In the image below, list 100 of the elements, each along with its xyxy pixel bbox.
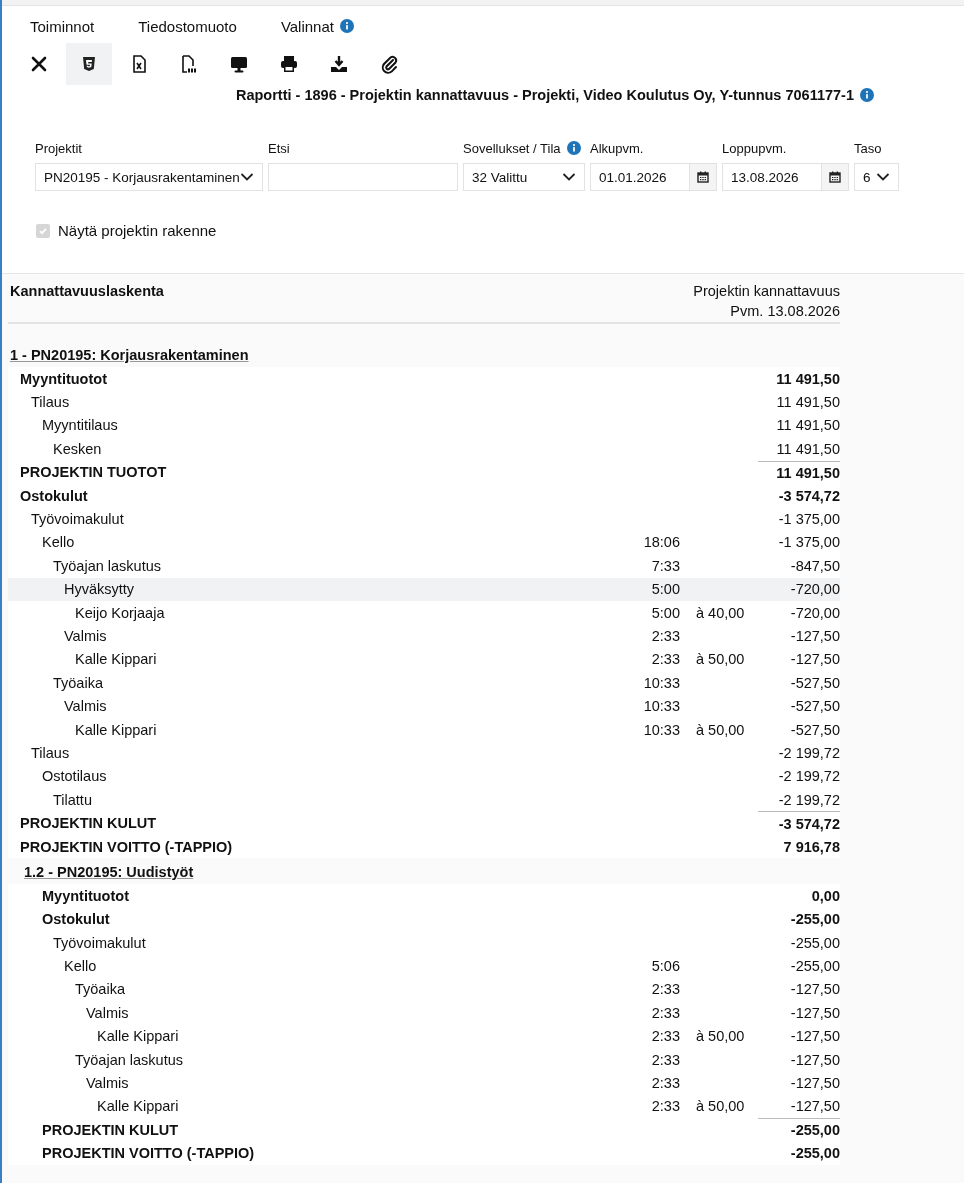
amount-value: -127,50 bbox=[790, 1075, 840, 1091]
menu-item[interactable]: Toiminnot bbox=[30, 17, 95, 35]
row-label: Myyntituotot bbox=[20, 370, 107, 387]
amount-value: -2 199,72 bbox=[778, 744, 840, 761]
row-label: Työaika bbox=[75, 981, 125, 998]
row-label: Kello bbox=[42, 534, 75, 551]
amount-value: -127,50 bbox=[790, 1051, 840, 1068]
row-label: PROJEKTIN KULUT bbox=[20, 815, 157, 832]
row-label: Myyntitilaus bbox=[42, 417, 118, 434]
row-label: Työaika bbox=[53, 674, 103, 691]
amount-value: -527,50 bbox=[790, 721, 840, 738]
chevron-down-icon[interactable] bbox=[562, 172, 576, 182]
amount-value: -255,00 bbox=[790, 934, 840, 951]
amount-value: -255,00 bbox=[790, 958, 840, 975]
row-label: Työvoimakulut bbox=[53, 934, 146, 951]
row-label: Ostotilaus bbox=[42, 768, 107, 785]
toolbar-button[interactable] bbox=[66, 43, 112, 85]
row-label: Valmis bbox=[86, 1075, 129, 1091]
field-label: Taso bbox=[854, 140, 882, 156]
hourly-rate: à 50,00 bbox=[696, 721, 745, 738]
report-date: Pvm. 13.08.2026 bbox=[730, 303, 840, 319]
hourly-rate: à 50,00 bbox=[696, 651, 745, 668]
row-label: Valmis bbox=[86, 1004, 129, 1021]
hours-value: 5:00 bbox=[651, 581, 680, 598]
amount-value: -127,50 bbox=[790, 1028, 840, 1045]
hours-value: 5:00 bbox=[651, 604, 680, 621]
report-title: Raportti - 1896 - Projektin kannattavuus - Projekti, Video Koulutus Oy, Y-tunnus 7061177-1 bbox=[235, 87, 854, 103]
amount-value: -847,50 bbox=[790, 557, 840, 574]
printer-icon bbox=[279, 54, 299, 74]
hours-value: 18:06 bbox=[643, 534, 680, 551]
row-label: Kello bbox=[64, 958, 97, 975]
hours-value: 2:33 bbox=[651, 1075, 680, 1091]
amount-value: -3 574,72 bbox=[778, 487, 840, 504]
amount-value: 0,00 bbox=[811, 887, 840, 904]
amount-value: 11 491,50 bbox=[776, 370, 840, 387]
amount-value: -127,50 bbox=[790, 628, 840, 644]
amount-value: -527,50 bbox=[790, 698, 840, 715]
row-label: Kesken bbox=[53, 440, 102, 457]
hours-value: 10:33 bbox=[643, 698, 680, 715]
amount-value: -255,00 bbox=[790, 1145, 840, 1162]
checkbox-label[interactable]: Näytä projektin rakenne bbox=[58, 222, 217, 239]
report-heading: Kannattavuuslaskenta bbox=[9, 283, 164, 301]
chevron-down-icon[interactable] bbox=[876, 172, 890, 182]
hours-value: 5:06 bbox=[651, 958, 680, 975]
amount-value: -127,50 bbox=[790, 1098, 840, 1115]
paperclip-icon bbox=[379, 54, 399, 74]
row-label: Kalle Kippari bbox=[97, 1028, 179, 1045]
hours-value: 2:33 bbox=[651, 651, 680, 668]
row-label: Tilaus bbox=[31, 744, 70, 761]
amount-value: -255,00 bbox=[790, 911, 840, 928]
hours-value: 10:33 bbox=[643, 721, 680, 738]
row-label: Valmis bbox=[64, 698, 107, 715]
field-label: Sovellukset / Tila bbox=[463, 140, 561, 156]
amount-value: 11 491,50 bbox=[776, 440, 840, 457]
field-label: Alkupvm. bbox=[590, 140, 644, 156]
field-label: Etsi bbox=[268, 140, 290, 156]
search-field[interactable] bbox=[268, 163, 458, 191]
hours-value: 2:33 bbox=[651, 981, 680, 998]
row-label: PROJEKTIN KULUT bbox=[42, 1121, 179, 1138]
dropdown-field[interactable]: 6 bbox=[854, 163, 899, 191]
amount-value: -3 574,72 bbox=[778, 815, 840, 832]
info-icon[interactable] bbox=[860, 88, 874, 102]
row-label: PROJEKTIN VOITTO (-TAPPIO) bbox=[42, 1145, 255, 1162]
calendar-icon bbox=[697, 171, 709, 183]
date-field[interactable]: 13.08.2026 bbox=[722, 163, 822, 191]
amount-value: 11 491,50 bbox=[776, 464, 840, 481]
row-label: Tilattu bbox=[53, 791, 92, 808]
calendar-button[interactable] bbox=[822, 163, 849, 191]
info-icon[interactable] bbox=[339, 19, 354, 33]
dropdown-field[interactable]: 32 Valittu bbox=[463, 163, 585, 191]
hours-value: 2:33 bbox=[651, 1098, 680, 1115]
hours-value: 2:33 bbox=[651, 628, 680, 644]
amount-value: -1 375,00 bbox=[778, 511, 840, 528]
amount-value: -127,50 bbox=[790, 981, 840, 998]
field-label: Projektit bbox=[35, 140, 82, 156]
date-field[interactable]: 01.01.2026 bbox=[590, 163, 690, 191]
amount-value: -127,50 bbox=[790, 651, 840, 668]
amount-value: -127,50 bbox=[790, 1004, 840, 1021]
menu-item[interactable]: Tiedostomuoto bbox=[138, 17, 237, 35]
amount-value: 11 491,50 bbox=[776, 417, 840, 434]
dropdown-field[interactable]: PN20195 - Korjausrakentaminen bbox=[35, 163, 263, 191]
row-label: Kalle Kippari bbox=[75, 721, 157, 738]
amount-value: -1 375,00 bbox=[778, 534, 840, 551]
chevron-down-icon[interactable] bbox=[240, 172, 254, 182]
row-label: Työvoimakulut bbox=[31, 511, 124, 528]
amount-value: -255,00 bbox=[790, 1122, 840, 1139]
amount-value: -720,00 bbox=[790, 604, 840, 621]
row-label: Ostokulut bbox=[20, 487, 88, 504]
menu-item[interactable]: Valinnat bbox=[280, 17, 334, 35]
row-label: Työajan laskutus bbox=[53, 557, 161, 574]
checkbox[interactable] bbox=[36, 223, 50, 238]
row-label: Tilaus bbox=[31, 394, 70, 411]
info-icon[interactable] bbox=[566, 141, 581, 155]
hours-value: 7:33 bbox=[651, 557, 680, 574]
row-label: Ostokulut bbox=[42, 911, 110, 928]
row-label: PROJEKTIN VOITTO (-TAPPIO) bbox=[20, 838, 233, 855]
row-label: Keijo Korjaaja bbox=[75, 604, 165, 621]
hourly-rate: à 50,00 bbox=[696, 1028, 745, 1045]
calendar-button[interactable] bbox=[690, 163, 717, 191]
hourly-rate: à 50,00 bbox=[696, 1098, 745, 1115]
